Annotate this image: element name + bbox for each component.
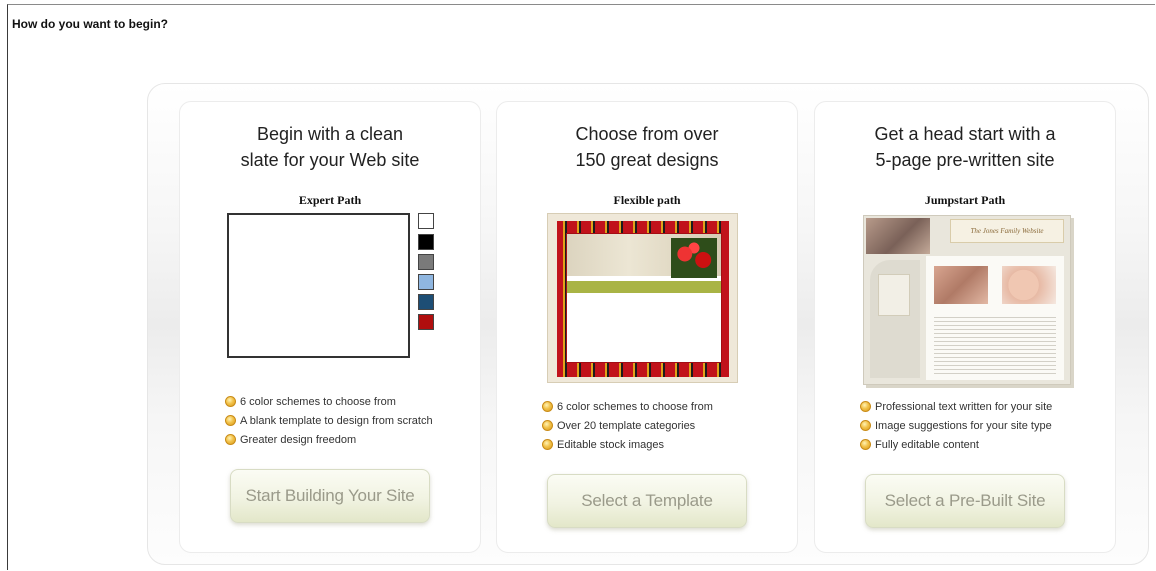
card-heading: Get a head start with a 5-page pre-writt… — [874, 124, 1056, 170]
select-template-button[interactable]: Select a Template — [547, 474, 747, 528]
placeholder-text — [934, 314, 1056, 374]
feature-list: 6 color schemes to choose from A blank t… — [225, 392, 433, 449]
bullet-icon — [860, 401, 871, 412]
color-swatch-gray — [418, 254, 434, 270]
flowers-image — [671, 238, 717, 278]
color-swatch-red — [418, 314, 434, 330]
card-heading: Begin with a clean slate for your Web si… — [240, 124, 420, 170]
bullet-icon — [542, 401, 553, 412]
feature-item: Image suggestions for your site type — [860, 416, 1052, 435]
jumpstart-path-card: Get a head start with a 5-page pre-writt… — [814, 101, 1116, 553]
bullet-icon — [225, 396, 236, 407]
feature-item: 6 color schemes to choose from — [225, 392, 433, 411]
bullet-icon — [225, 415, 236, 426]
path-label: Jumpstart Path — [924, 193, 1006, 207]
bullet-icon — [542, 420, 553, 431]
path-label: Expert Path — [298, 193, 362, 207]
color-swatch-white — [418, 213, 434, 229]
feature-item: Greater design freedom — [225, 430, 433, 449]
feature-item: Editable stock images — [542, 435, 713, 454]
feature-item: A blank template to design from scratch — [225, 411, 433, 430]
page-title: How do you want to begin? — [12, 17, 168, 31]
baby-photo — [1002, 266, 1056, 304]
family-photo — [866, 218, 930, 254]
color-swatch-black — [418, 234, 434, 250]
bullet-icon — [860, 420, 871, 431]
select-prebuilt-site-button[interactable]: Select a Pre-Built Site — [865, 474, 1065, 528]
card-heading: Choose from over 150 great designs — [575, 124, 719, 170]
path-label: Flexible path — [613, 193, 681, 207]
flexible-path-card: Choose from over 150 great designs Flexi… — [496, 101, 798, 553]
blank-template-preview — [227, 213, 410, 358]
template-preview-image — [547, 213, 738, 383]
bullet-icon — [542, 439, 553, 450]
feature-item: Over 20 template categories — [542, 416, 713, 435]
feature-list: 6 color schemes to choose from Over 20 t… — [542, 397, 713, 454]
prebuilt-site-preview-image: The Jones Family Website — [863, 215, 1071, 385]
color-swatch-light-blue — [418, 274, 434, 290]
feature-item: Professional text written for your site — [860, 397, 1052, 416]
color-swatch-dark-blue — [418, 294, 434, 310]
feature-item: 6 color schemes to choose from — [542, 397, 713, 416]
start-building-button[interactable]: Start Building Your Site — [230, 469, 430, 523]
thumb-site-title: The Jones Family Website — [950, 219, 1064, 243]
feature-list: Professional text written for your site … — [860, 397, 1052, 454]
expert-path-card: Begin with a clean slate for your Web si… — [179, 101, 481, 553]
bullet-icon — [225, 434, 236, 445]
bullet-icon — [860, 439, 871, 450]
feature-item: Fully editable content — [860, 435, 1052, 454]
baby-photo — [934, 266, 988, 304]
